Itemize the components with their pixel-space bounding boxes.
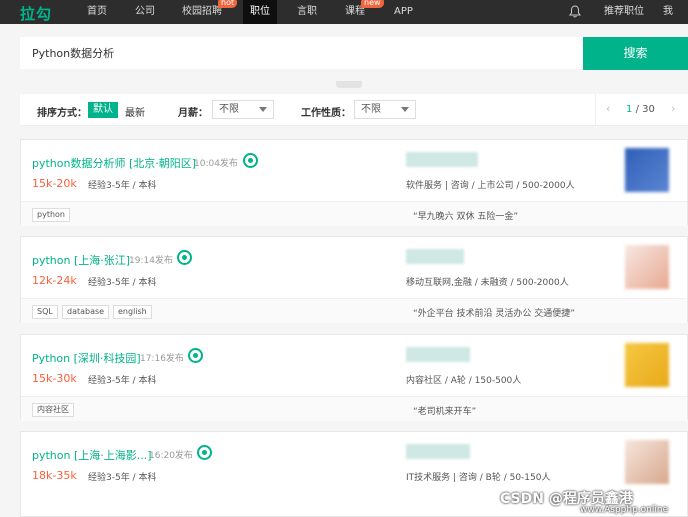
nav-app[interactable]: APP [387,0,420,24]
job-nature-select[interactable]: 不限 [354,100,416,119]
job-card-footer: SQL database english “外企平台 技术前沿 灵活办公 交通便… [21,298,687,323]
salary-select[interactable]: 不限 [212,100,274,119]
skill-tag: 内容社区 [32,403,74,417]
job-title[interactable]: Python [深圳·科技园] [32,350,141,366]
page-indicator: 1 / 30 [626,104,655,115]
publish-time: 17:16发布 [140,354,184,364]
job-nature-select-value: 不限 [361,104,381,115]
nav-home[interactable]: 首页 [80,0,114,24]
job-title[interactable]: python数据分析师 [北京·朝阳区] [32,155,196,171]
prev-page-button[interactable]: ‹ [606,102,610,115]
job-card-main: Python [深圳·科技园] 17:16发布 15k-30k 经验3-5年 /… [21,335,687,396]
salary: 18k-35k [32,469,77,482]
skill-tag: python [32,208,70,222]
benefit-text: “早九晚六 双休 五险一金” [413,212,519,222]
top-navigation: 拉勾 首页 公司 校园招聘 hot 职位 言职 课程 new APP 推荐职位 … [0,0,688,24]
pagination: ‹ 1 / 30 › [595,94,688,125]
filter-bar: 排序方式： 默认 最新 月薪： 不限 工作性质： 不限 ‹ 1 / 30 › [20,94,688,126]
salary: 15k-20k [32,177,77,190]
chevron-down-icon [401,107,409,112]
salary-label: 月薪： [178,108,208,119]
job-card-footer: python “早九晚六 双休 五险一金” [21,201,687,226]
salary-select-value: 不限 [219,104,239,115]
chat-icon[interactable] [188,348,203,363]
total-pages: / 30 [635,104,655,115]
watermark-site: www.Aspphp.online [580,505,669,515]
sort-latest-button[interactable]: 最新 [125,104,145,119]
company-logo[interactable] [625,148,669,192]
job-card[interactable]: python [上海·张江] 19:14发布 12k-24k 经验3-5年 / … [20,236,688,323]
job-card[interactable]: Python [深圳·科技园] 17:16发布 15k-30k 经验3-5年 /… [20,334,688,421]
chat-icon[interactable] [197,445,212,460]
chevron-down-icon [259,107,267,112]
benefit-text: “外企平台 技术前沿 灵活办公 交通便捷” [413,309,575,319]
company-industry: 内容社区 / A轮 / 150-500人 [406,376,522,386]
search-button[interactable]: 搜索 [583,37,688,70]
skill-tag: database [62,305,110,319]
company-name-blurred[interactable] [406,152,478,167]
skill-tag: SQL [32,305,58,319]
bell-icon[interactable] [569,5,581,18]
job-nature-label: 工作性质： [301,108,351,119]
job-title[interactable]: python [上海·上海影...] [32,447,152,463]
next-page-button[interactable]: › [671,102,675,115]
company-name-blurred[interactable] [406,444,470,459]
current-page: 1 [626,104,633,115]
job-card[interactable]: python数据分析师 [北京·朝阳区] 10:04发布 15k-20k 经验3… [20,139,688,226]
publish-time: 10:04发布 [194,159,238,169]
job-card-footer: 内容社区 “老司机来开车” [21,396,687,421]
skill-tag: english [113,305,152,319]
nav-jobs[interactable]: 职位 [243,0,277,24]
job-title[interactable]: python [上海·张江] [32,252,130,268]
new-badge: new [361,0,384,8]
requirement: 经验3-5年 / 本科 [88,181,157,191]
requirement: 经验3-5年 / 本科 [88,278,157,288]
search-input[interactable] [20,37,583,69]
benefit-text: “老司机来开车” [413,407,477,417]
job-card-main: python [上海·张江] 19:14发布 12k-24k 经验3-5年 / … [21,237,687,298]
job-card-main: python数据分析师 [北京·朝阳区] 10:04发布 15k-20k 经验3… [21,140,687,201]
company-industry: 移动互联网,金融 / 未融资 / 500-2000人 [406,278,569,288]
nav-recommend[interactable]: 推荐职位 [597,0,651,24]
salary: 15k-30k [32,372,77,385]
requirement: 经验3-5年 / 本科 [88,473,157,483]
logo[interactable]: 拉勾 [20,3,52,24]
collapse-toggle[interactable] [336,81,362,88]
hot-badge: hot [218,0,238,8]
nav-me[interactable]: 我 [656,0,680,24]
company-logo[interactable] [625,440,669,484]
nav-company[interactable]: 公司 [128,0,162,24]
company-logo[interactable] [625,343,669,387]
company-industry: IT技术服务 | 咨询 / B轮 / 50-150人 [406,473,551,483]
publish-time: 16:20发布 [149,451,193,461]
job-card-main: python [上海·上海影...] 16:20发布 18k-35k 经验3-5… [21,432,687,493]
company-logo[interactable] [625,245,669,289]
sort-label: 排序方式： [37,108,87,119]
company-name-blurred[interactable] [406,347,470,362]
company-name-blurred[interactable] [406,249,464,264]
sort-default-button[interactable]: 默认 [88,102,118,118]
publish-time: 19:14发布 [129,256,173,266]
requirement: 经验3-5年 / 本科 [88,376,157,386]
salary: 12k-24k [32,274,77,287]
company-industry: 软件服务 | 咨询 / 上市公司 / 500-2000人 [406,181,575,191]
chat-icon[interactable] [243,153,258,168]
nav-yanzhi[interactable]: 言职 [290,0,324,24]
chat-icon[interactable] [177,250,192,265]
